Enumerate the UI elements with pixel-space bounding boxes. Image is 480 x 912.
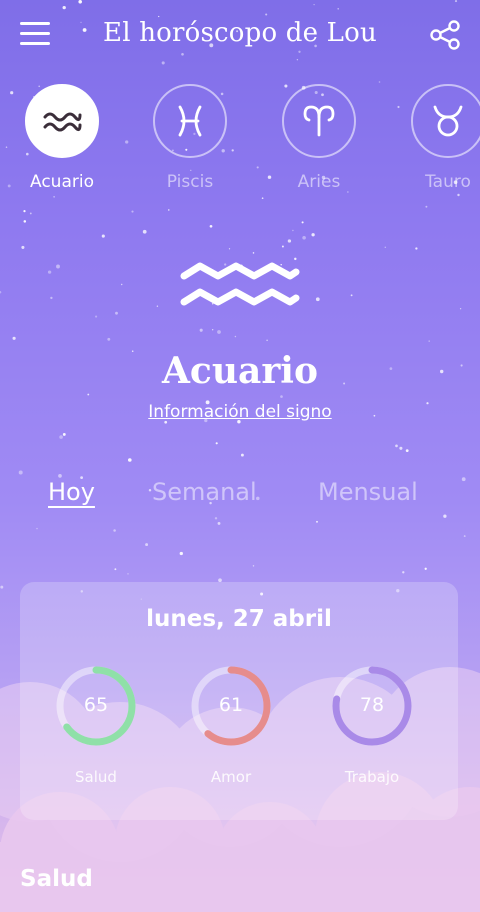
- gauge-value: 61: [218, 694, 244, 716]
- star: [23, 220, 27, 223]
- star: [316, 520, 318, 523]
- sign-carousel: Acuario Piscis Aries Tauro: [0, 84, 480, 204]
- star: [415, 247, 418, 250]
- star: [131, 210, 134, 213]
- gauge-value: 78: [359, 694, 385, 716]
- sign-label: Aries: [297, 172, 341, 192]
- star: [459, 308, 462, 310]
- star: [424, 567, 427, 570]
- star: [114, 568, 117, 571]
- sign-info-link[interactable]: Información del signo: [0, 402, 480, 422]
- sign-item-aries[interactable]: Aries: [281, 84, 357, 192]
- star: [281, 245, 284, 248]
- gauge-label: Trabajo: [344, 768, 400, 786]
- star: [95, 315, 98, 318]
- gauge-trabajo: 78 Trabajo: [330, 664, 414, 786]
- star: [145, 543, 149, 547]
- star: [120, 283, 123, 286]
- star: [463, 535, 466, 538]
- gauge-salud: 65 Salud: [54, 664, 138, 786]
- sign-label: Tauro: [425, 172, 471, 192]
- star: [101, 234, 105, 238]
- star: [107, 337, 111, 341]
- aquarius-icon: [180, 262, 300, 306]
- sign-item-tauro[interactable]: Tauro: [410, 84, 480, 192]
- star: [212, 329, 214, 331]
- sign-item-piscis[interactable]: Piscis: [152, 84, 228, 192]
- star: [350, 294, 353, 297]
- sign-label: Acuario: [30, 172, 94, 192]
- gauge-amor: 61 Amor: [189, 664, 273, 786]
- star: [405, 449, 409, 452]
- star: [23, 210, 26, 213]
- star: [252, 565, 255, 567]
- star: [12, 336, 16, 340]
- star: [36, 527, 38, 530]
- star: [217, 330, 221, 334]
- star: [87, 393, 90, 396]
- taurus-icon: [411, 84, 480, 158]
- star: [29, 212, 32, 215]
- star: [384, 246, 387, 249]
- aries-icon: [282, 84, 356, 158]
- star: [50, 296, 53, 300]
- star: [311, 233, 315, 237]
- daily-score-card: lunes, 27 abril 65 Salud 61 Amor 78 Trab…: [20, 582, 458, 820]
- star: [179, 551, 183, 556]
- star: [378, 81, 381, 83]
- aquarius-icon: [25, 84, 99, 158]
- star: [402, 571, 405, 574]
- star: [47, 270, 52, 274]
- star: [113, 529, 116, 532]
- star: [209, 224, 213, 228]
- star: [142, 229, 147, 234]
- share-icon[interactable]: [428, 18, 462, 52]
- period-tabs: Hoy Semanal Mensual: [0, 478, 480, 518]
- star: [127, 573, 129, 575]
- star: [425, 205, 428, 208]
- star: [21, 245, 25, 249]
- card-date: lunes, 27 abril: [146, 606, 332, 632]
- star: [292, 229, 294, 232]
- star: [0, 291, 2, 294]
- star: [280, 395, 283, 398]
- star: [234, 335, 237, 338]
- star: [0, 585, 4, 589]
- star: [287, 239, 292, 243]
- star: [18, 470, 23, 475]
- star: [228, 248, 231, 250]
- app-header: El horóscopo de Lou: [0, 0, 480, 72]
- star: [301, 221, 304, 224]
- sign-label: Piscis: [166, 172, 214, 192]
- sign-item-acuario[interactable]: Acuario: [24, 84, 100, 192]
- star: [240, 453, 244, 457]
- star: [217, 521, 221, 525]
- star: [199, 328, 203, 332]
- app-title: El horóscopo de Lou: [103, 18, 377, 48]
- star: [115, 311, 118, 315]
- gauge-label: Amor: [210, 768, 252, 786]
- star: [215, 442, 218, 445]
- star: [399, 446, 403, 450]
- star: [62, 432, 66, 436]
- star: [156, 305, 159, 307]
- star: [266, 339, 268, 342]
- section-title: Salud: [20, 866, 93, 892]
- star: [59, 435, 63, 439]
- star: [395, 444, 398, 448]
- star: [252, 252, 255, 254]
- star: [168, 209, 170, 211]
- star: [302, 236, 306, 240]
- star: [56, 264, 60, 269]
- star: [128, 458, 132, 462]
- star: [428, 340, 430, 342]
- gauge-label: Salud: [75, 768, 117, 786]
- tab-semanal[interactable]: Semanal: [152, 478, 257, 506]
- tab-mensual[interactable]: Mensual: [318, 478, 418, 506]
- pisces-icon: [153, 84, 227, 158]
- star: [315, 297, 320, 302]
- gauge-value: 65: [83, 694, 109, 716]
- sign-title: Acuario: [161, 350, 318, 392]
- tab-hoy[interactable]: Hoy: [48, 478, 95, 506]
